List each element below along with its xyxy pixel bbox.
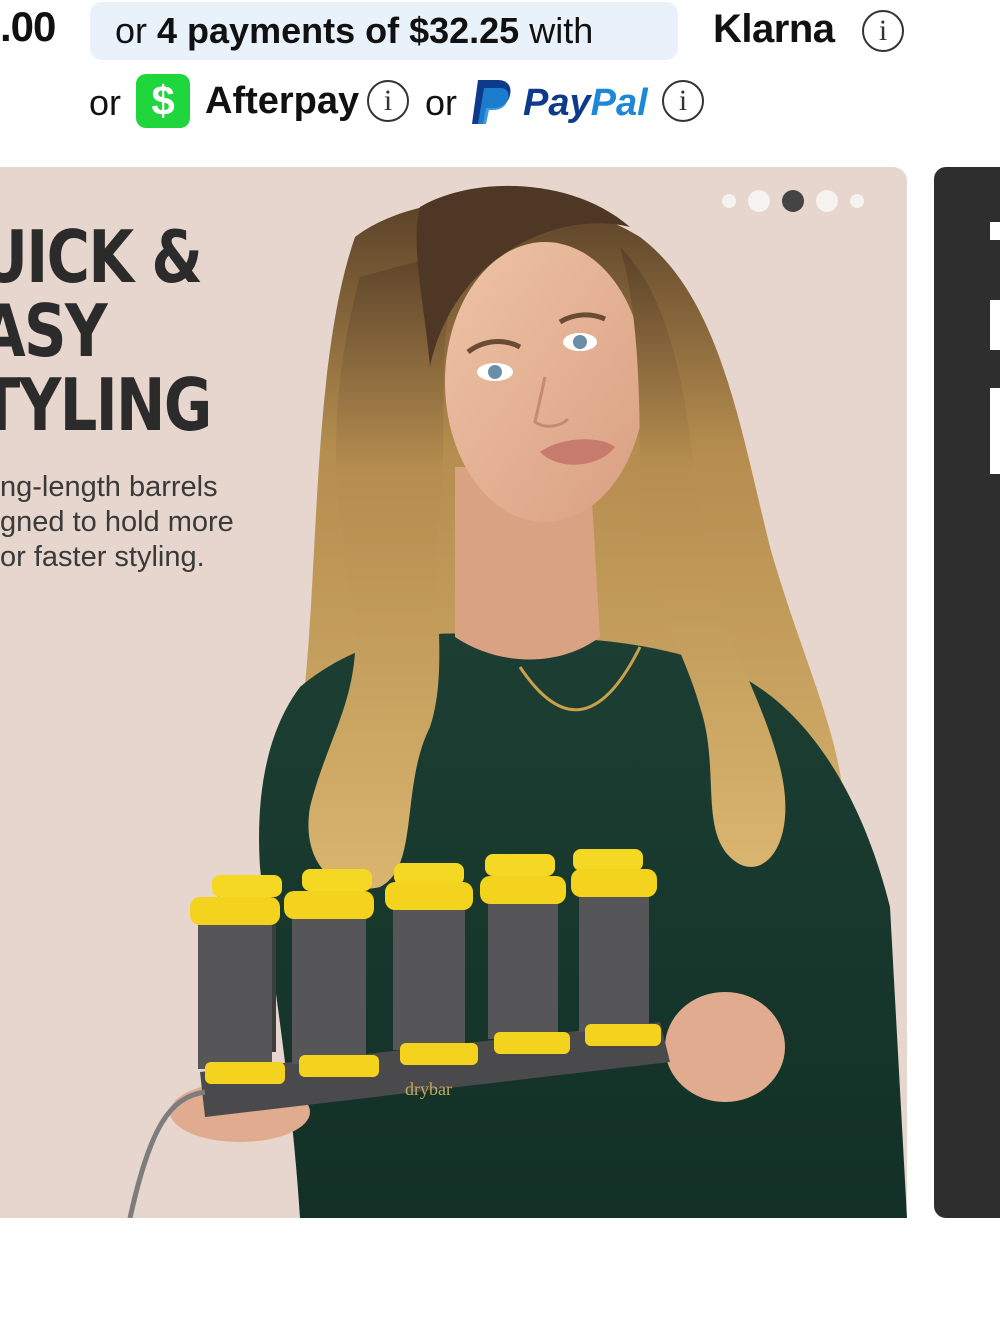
- or-label-1: or: [89, 82, 122, 123]
- paypal-logo-pal: Pal: [590, 82, 648, 124]
- pagination-dot-2[interactable]: [748, 190, 770, 212]
- drybar-tray-logo: drybar: [405, 1079, 452, 1099]
- pagination-dot-3-active[interactable]: [782, 190, 804, 212]
- paypal-info-icon[interactable]: i: [662, 80, 704, 122]
- klarna-logo: Klarna: [713, 7, 835, 51]
- body-line-1: ng-length barrels: [0, 471, 218, 503]
- body-line-2: gned to hold more: [0, 506, 234, 538]
- klarna-suffix: with: [519, 10, 594, 51]
- slide-headline: UICK &ASYTYLING: [0, 215, 212, 447]
- pagination-dot-5[interactable]: [850, 194, 864, 208]
- cashapp-icon: $: [136, 74, 190, 128]
- pagination-dot-4[interactable]: [816, 190, 838, 212]
- next-slide-text-fragment: [990, 300, 1000, 350]
- pagination-dot-1[interactable]: [722, 194, 736, 208]
- headline-line-2: ASY: [0, 289, 108, 373]
- klarna-info-icon[interactable]: i: [862, 10, 904, 52]
- next-slide-text-fragment: [990, 388, 1000, 450]
- klarna-installments-text: or 4 payments of $32.25 with: [115, 8, 593, 54]
- or-label-2: or: [425, 82, 458, 123]
- next-slide-text-fragment: [990, 222, 1000, 240]
- carousel-pagination-dots: [722, 190, 864, 212]
- slide-body-copy: ng-length barrels gned to hold more or fas…: [0, 470, 234, 575]
- paypal-logo-pay: Pay: [523, 82, 591, 124]
- paypal-logo: PayPal: [523, 80, 648, 126]
- headline-line-3: TYLING: [0, 363, 212, 447]
- body-line-3: or faster styling.: [0, 541, 205, 573]
- paypal-p-icon: [472, 80, 511, 124]
- afterpay-info-icon[interactable]: i: [367, 80, 409, 122]
- next-slide-text-fragment: [990, 448, 1000, 474]
- price-fragment: .00: [0, 3, 56, 50]
- headline-line-1: UICK &: [0, 215, 203, 299]
- afterpay-logo: Afterpay: [205, 80, 360, 122]
- klarna-amount: 4 payments of $32.25: [157, 10, 520, 51]
- klarna-prefix: or: [115, 10, 158, 51]
